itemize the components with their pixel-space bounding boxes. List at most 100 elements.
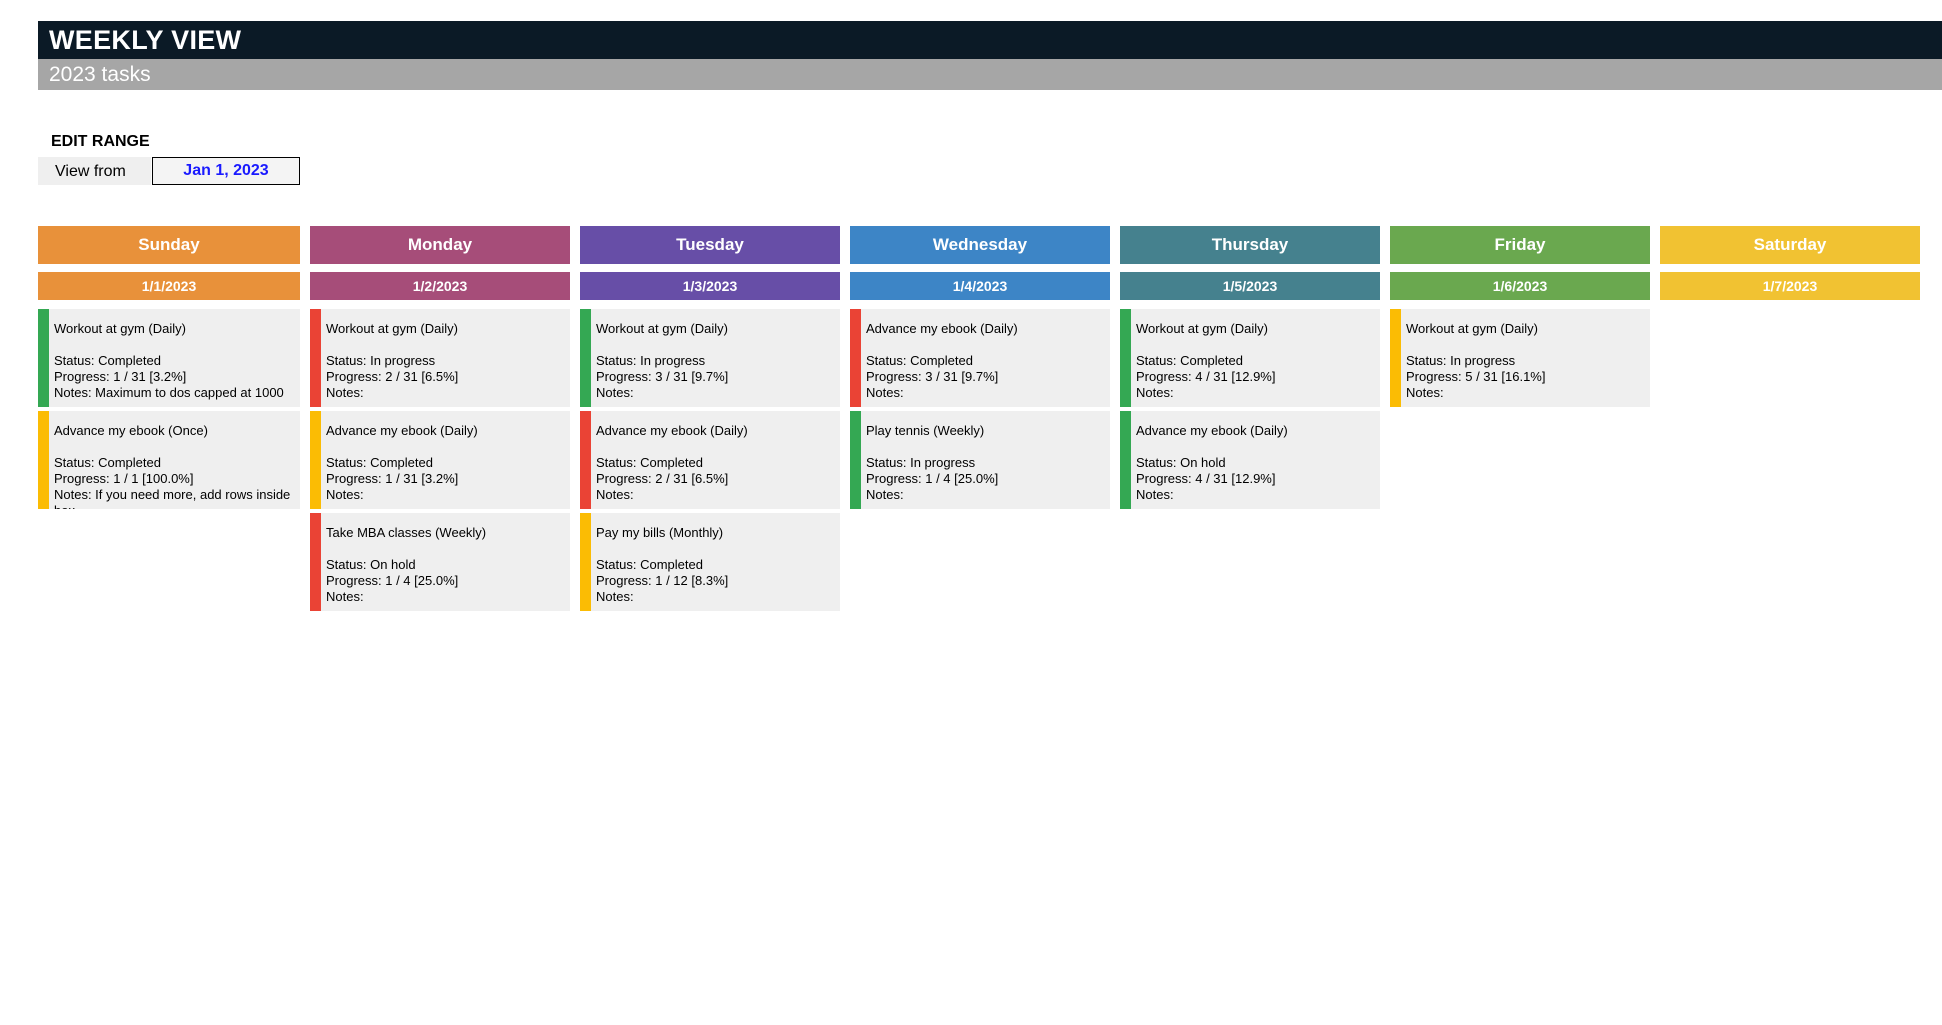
- day-column-thursday: Thursday 1/5/2023 Workout at gym (Daily) St…: [1120, 226, 1380, 513]
- task-spacer: [866, 439, 1104, 455]
- edit-range-label: EDIT RANGE: [51, 133, 150, 150]
- status-stripe: [580, 513, 591, 611]
- status-stripe: [310, 513, 321, 611]
- task-list: Workout at gym (Daily) Status: In progres…: [1390, 309, 1650, 407]
- task-spacer: [866, 337, 1104, 353]
- task-progress: Progress: 4 / 31 [12.9%]: [1136, 369, 1276, 384]
- day-date-thursday: 1/5/2023: [1120, 272, 1380, 300]
- task-card[interactable]: Workout at gym (Daily) Status: In progres…: [310, 309, 570, 407]
- status-stripe: [1120, 309, 1131, 407]
- task-title: Workout at gym (Daily): [54, 321, 186, 336]
- task-spacer: [326, 337, 564, 353]
- task-notes: Notes:: [1136, 385, 1174, 400]
- task-card[interactable]: Advance my ebook (Daily) Status: On hold P…: [1120, 411, 1380, 509]
- status-stripe: [580, 309, 591, 407]
- task-progress: Progress: 1 / 31 [3.2%]: [54, 369, 187, 384]
- status-stripe: [310, 411, 321, 509]
- task-status: Status: In progress: [866, 455, 976, 470]
- task-notes: Notes:: [596, 487, 634, 502]
- task-spacer: [1136, 439, 1374, 455]
- task-progress: Progress: 1 / 31 [3.2%]: [326, 471, 459, 486]
- task-spacer: [596, 439, 834, 455]
- task-card[interactable]: Advance my ebook (Daily) Status: Complete…: [310, 411, 570, 509]
- status-stripe: [310, 309, 321, 407]
- day-header-thursday: Thursday: [1120, 226, 1380, 264]
- day-date-monday: 1/2/2023: [310, 272, 570, 300]
- task-spacer: [1406, 337, 1644, 353]
- task-card[interactable]: Workout at gym (Daily) Status: In progres…: [1390, 309, 1650, 407]
- view-from-label: View from: [38, 157, 151, 185]
- task-list: Workout at gym (Daily) Status: In progres…: [580, 309, 840, 611]
- task-spacer: [54, 439, 294, 455]
- task-status: Status: On hold: [326, 557, 416, 572]
- task-title: Advance my ebook (Once): [54, 423, 208, 438]
- task-spacer: [326, 541, 564, 557]
- task-list: Workout at gym (Daily) Status: Completed P…: [1120, 309, 1380, 509]
- task-notes: Notes:: [326, 385, 364, 400]
- task-title: Take MBA classes (Weekly): [326, 525, 487, 540]
- task-progress: Progress: 1 / 12 [8.3%]: [596, 573, 729, 588]
- task-progress: Progress: 2 / 31 [6.5%]: [326, 369, 459, 384]
- status-stripe: [850, 309, 861, 407]
- task-card[interactable]: Workout at gym (Daily) Status: Completed P…: [38, 309, 300, 407]
- day-header-monday: Monday: [310, 226, 570, 264]
- status-stripe: [38, 411, 49, 509]
- task-spacer: [54, 337, 294, 353]
- task-card[interactable]: Pay my bills (Monthly) Status: Completed P…: [580, 513, 840, 611]
- task-notes: Notes: If you need more, add rows inside…: [54, 487, 291, 509]
- task-list: Workout at gym (Daily) Status: In progres…: [310, 309, 570, 611]
- task-title: Pay my bills (Monthly): [596, 525, 724, 540]
- day-date-friday: 1/6/2023: [1390, 272, 1650, 300]
- task-list: Workout at gym (Daily) Status: Completed P…: [38, 309, 300, 509]
- day-column-wednesday: Wednesday 1/4/2023 Advance my ebook (Daily…: [850, 226, 1110, 513]
- task-status: Status: Completed: [596, 455, 703, 470]
- day-column-sunday: Sunday 1/1/2023 Workout at gym (Daily) Stat…: [38, 226, 300, 513]
- task-list: Advance my ebook (Daily) Status: Complete…: [850, 309, 1110, 509]
- task-title: Workout at gym (Daily): [1406, 321, 1538, 336]
- task-progress: Progress: 4 / 31 [12.9%]: [1136, 471, 1276, 486]
- task-title: Advance my ebook (Daily): [596, 423, 748, 438]
- day-header-wednesday: Wednesday: [850, 226, 1110, 264]
- day-header-sunday: Sunday: [38, 226, 300, 264]
- status-stripe: [1390, 309, 1401, 407]
- task-title: Workout at gym (Daily): [1136, 321, 1268, 336]
- task-card[interactable]: Advance my ebook (Daily) Status: Complete…: [580, 411, 840, 509]
- task-notes: Notes:: [326, 589, 364, 604]
- day-date-tuesday: 1/3/2023: [580, 272, 840, 300]
- task-progress: Progress: 1 / 4 [25.0%]: [866, 471, 999, 486]
- task-title: Advance my ebook (Daily): [326, 423, 478, 438]
- status-stripe: [38, 309, 49, 407]
- task-status: Status: Completed: [54, 455, 161, 470]
- task-progress: Progress: 1 / 4 [25.0%]: [326, 573, 459, 588]
- task-status: Status: On hold: [1136, 455, 1226, 470]
- task-card[interactable]: Take MBA classes (Weekly) Status: On hold…: [310, 513, 570, 611]
- task-status: Status: Completed: [866, 353, 973, 368]
- day-header-tuesday: Tuesday: [580, 226, 840, 264]
- task-notes: Notes: Maximum to dos capped at 1000: [54, 385, 284, 400]
- task-card[interactable]: Advance my ebook (Daily) Status: Complete…: [850, 309, 1110, 407]
- task-card[interactable]: Advance my ebook (Once) Status: Completed…: [38, 411, 300, 509]
- task-progress: Progress: 1 / 1 [100.0%]: [54, 471, 194, 486]
- status-stripe: [850, 411, 861, 509]
- task-status: Status: Completed: [54, 353, 161, 368]
- day-column-friday: Friday 1/6/2023 Workout at gym (Daily) Stat…: [1390, 226, 1650, 411]
- task-progress: Progress: 3 / 31 [9.7%]: [866, 369, 999, 384]
- day-date-saturday: 1/7/2023: [1660, 272, 1920, 300]
- task-status: Status: Completed: [596, 557, 703, 572]
- task-notes: Notes:: [596, 385, 634, 400]
- task-card[interactable]: Workout at gym (Daily) Status: Completed P…: [1120, 309, 1380, 407]
- task-card[interactable]: Workout at gym (Daily) Status: In progres…: [580, 309, 840, 407]
- status-stripe: [580, 411, 591, 509]
- task-notes: Notes:: [866, 385, 904, 400]
- task-title: Workout at gym (Daily): [326, 321, 458, 336]
- task-status: Status: Completed: [1136, 353, 1243, 368]
- task-card[interactable]: Play tennis (Weekly) Status: In progress P…: [850, 411, 1110, 509]
- task-notes: Notes:: [866, 487, 904, 502]
- day-date-sunday: 1/1/2023: [38, 272, 300, 300]
- day-header-friday: Friday: [1390, 226, 1650, 264]
- task-notes: Notes:: [1406, 385, 1444, 400]
- task-notes: Notes:: [1136, 487, 1174, 502]
- view-from-date-input[interactable]: Jan 1, 2023: [152, 157, 300, 185]
- task-progress: Progress: 2 / 31 [6.5%]: [596, 471, 729, 486]
- page-subtitle: 2023 tasks: [38, 59, 1942, 90]
